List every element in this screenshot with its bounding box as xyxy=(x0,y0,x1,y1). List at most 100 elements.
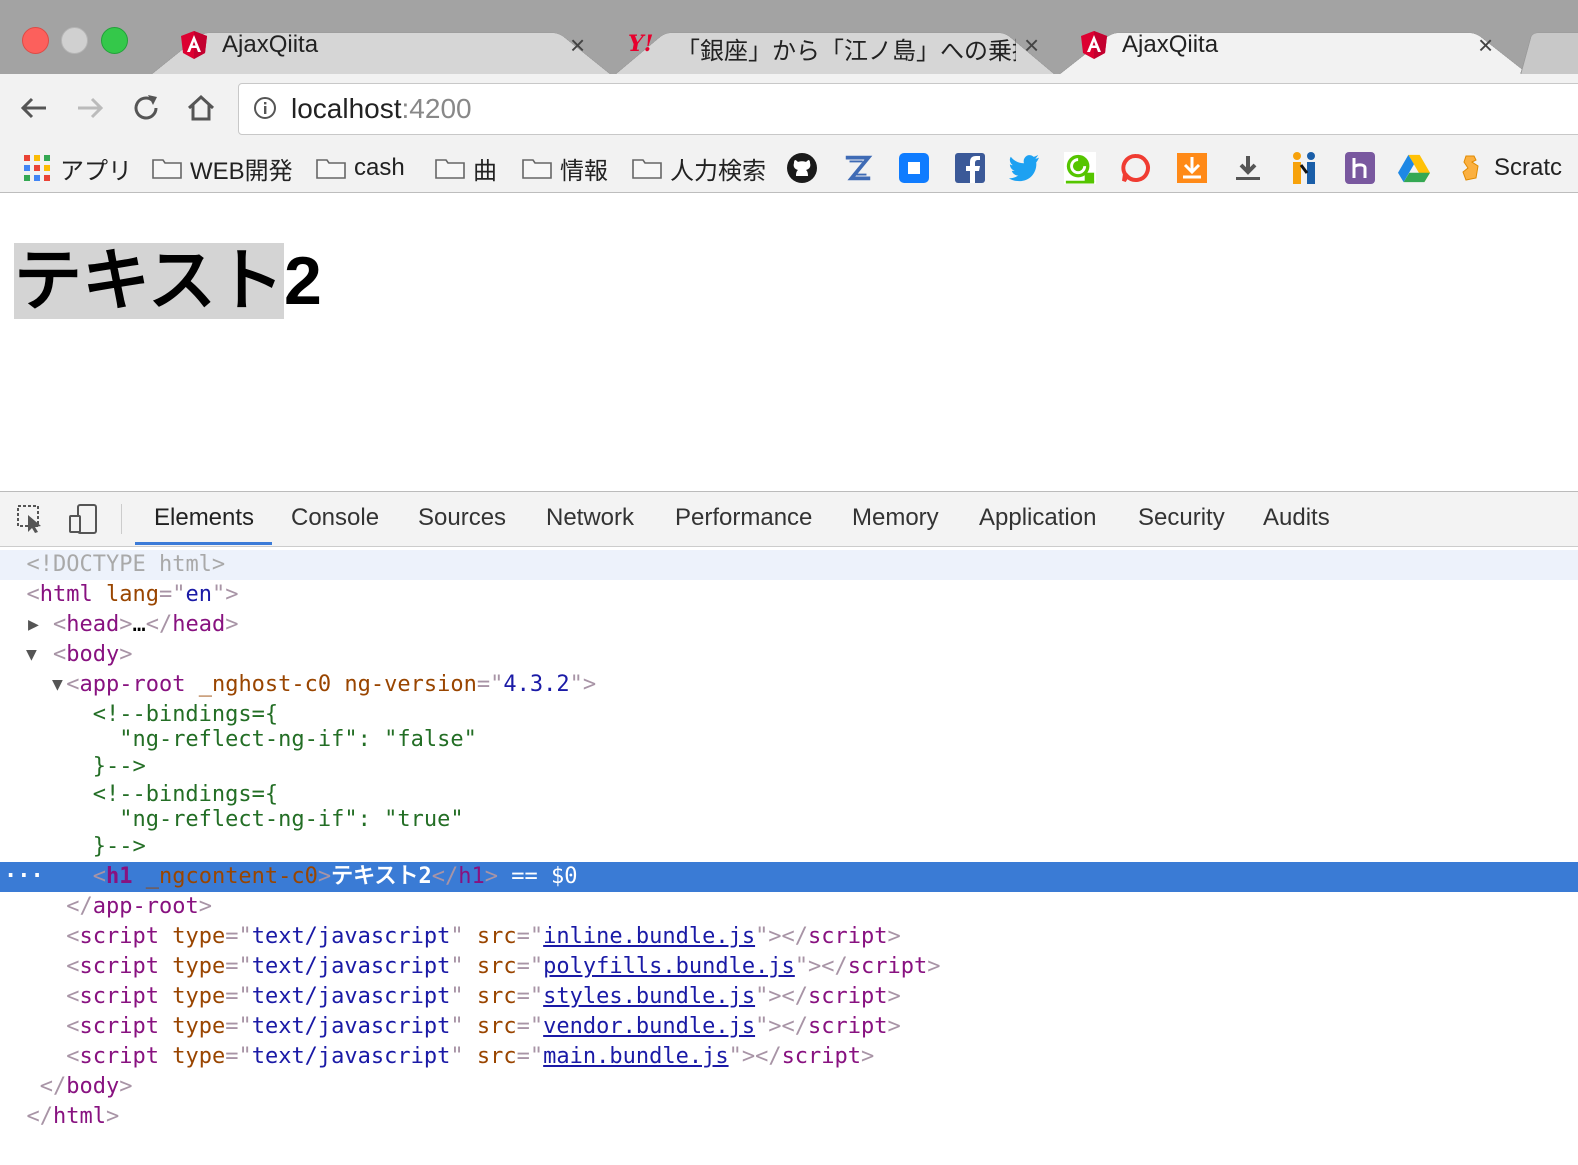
heading-highlighted-text: テキスト xyxy=(14,243,284,319)
tab-console[interactable]: Console xyxy=(291,504,379,532)
scratch-icon xyxy=(1462,155,1479,181)
collapse-triangle-icon[interactable]: ▼ xyxy=(52,670,63,700)
dom-node-html-close[interactable]: </html> xyxy=(0,1102,1578,1132)
dom-node-h1-selected[interactable]: ··· <h1 _ngcontent-c0>テキスト2</h1> == $0 xyxy=(0,862,1578,892)
arrow-left-icon xyxy=(20,97,46,119)
bookmark-label: Scratc xyxy=(1494,154,1563,181)
dom-node-script[interactable]: <script type="text/javascript" src="inli… xyxy=(0,922,1578,952)
tab-close-icon[interactable]: × xyxy=(1024,32,1039,58)
bookmarks-bar: アプリ WEB開発 cash 曲 情報 人力検索 Scratc xyxy=(0,144,1578,193)
yahoo-icon: Y! xyxy=(628,31,654,57)
window-minimize-button[interactable] xyxy=(61,27,88,54)
folder-icon xyxy=(632,159,662,179)
bookmark-folder-cash[interactable]: cash xyxy=(316,150,405,186)
devtools-panel: Elements Console Sources Network Perform… xyxy=(0,491,1578,1165)
tab-network[interactable]: Network xyxy=(546,504,634,532)
bookmark-apps[interactable]: アプリ xyxy=(24,150,132,186)
expand-triangle-icon[interactable]: ▶ xyxy=(28,610,39,640)
home-button[interactable] xyxy=(183,90,219,126)
bookmark-folder-info[interactable]: 情報 xyxy=(522,150,608,186)
bookmark-label: 人力検索 xyxy=(670,157,766,185)
people-icon[interactable] xyxy=(1288,152,1320,184)
home-icon xyxy=(187,94,215,121)
facebook-icon[interactable] xyxy=(954,152,986,184)
dom-comment-line: "ng-reflect-ng-if": "true" xyxy=(92,807,464,832)
dom-node-doctype[interactable]: <!DOCTYPE html> xyxy=(0,550,1578,580)
tab-close-icon[interactable]: × xyxy=(1478,32,1493,58)
dom-node-script[interactable]: <script type="text/javascript" src="main… xyxy=(0,1042,1578,1072)
script-src-link[interactable]: inline.bundle.js xyxy=(543,924,755,949)
heading-text: 2 xyxy=(283,243,322,319)
tab-title: AjaxQiita xyxy=(1122,31,1219,58)
tab-strip: AjaxQiita × Y! 「銀座」から「江ノ島」への乗換案 × AjaxQi… xyxy=(0,0,1578,74)
dom-comment-line: "ng-reflect-ng-if": "false" xyxy=(92,727,477,752)
device-toolbar-icon[interactable] xyxy=(68,504,98,534)
dom-node-app-root[interactable]: ▼ <app-root _nghost-c0 ng-version="4.3.2… xyxy=(0,670,1578,700)
tab-yahoo-transit[interactable]: Y! 「銀座」から「江ノ島」への乗換案 × xyxy=(614,17,1056,74)
dom-node-body-close[interactable]: </body> xyxy=(0,1072,1578,1102)
zenhub-icon[interactable] xyxy=(842,152,874,184)
reload-button[interactable] xyxy=(128,90,164,126)
tab-security[interactable]: Security xyxy=(1138,504,1225,532)
dom-node-body[interactable]: ▼ <body> xyxy=(0,640,1578,670)
stop-icon[interactable] xyxy=(898,152,930,184)
dom-node-head[interactable]: ▶ <head>…</head> xyxy=(0,610,1578,640)
tab-ajaxqiita-active[interactable]: AjaxQiita × xyxy=(1058,17,1530,74)
dom-node-script[interactable]: <script type="text/javascript" src="poly… xyxy=(0,952,1578,982)
devtools-tab-bar: Elements Console Sources Network Perform… xyxy=(0,492,1578,547)
bookmark-label: 曲 xyxy=(473,157,497,185)
script-src-link[interactable]: styles.bundle.js xyxy=(543,984,755,1009)
tab-title: 「銀座」から「江ノ島」への乗換案 xyxy=(676,38,1016,65)
tab-memory[interactable]: Memory xyxy=(852,504,939,532)
folder-icon xyxy=(522,159,552,179)
chat-icon[interactable] xyxy=(1120,152,1152,184)
window-maximize-button[interactable] xyxy=(101,27,128,54)
twitter-icon[interactable] xyxy=(1008,152,1040,184)
github-icon[interactable] xyxy=(786,152,818,184)
address-bar[interactable]: localhost:4200 xyxy=(238,83,1578,135)
bookmark-label: アプリ xyxy=(60,157,132,185)
dom-node-app-root-close[interactable]: </app-root> xyxy=(0,892,1578,922)
arrow-right-icon xyxy=(78,97,104,119)
bookmark-scratch[interactable]: Scratc xyxy=(1460,150,1562,186)
bookmark-folder-web[interactable]: WEB開発 xyxy=(152,150,293,186)
tab-audits[interactable]: Audits xyxy=(1263,504,1330,532)
bookmark-folder-search[interactable]: 人力検索 xyxy=(632,150,766,186)
new-tab-button[interactable] xyxy=(1520,17,1578,74)
forward-button[interactable] xyxy=(72,90,108,126)
dom-node-script[interactable]: <script type="text/javascript" src="styl… xyxy=(0,982,1578,1012)
collapse-triangle-icon[interactable]: ▼ xyxy=(26,640,37,670)
angular-icon xyxy=(180,30,208,60)
info-icon xyxy=(254,97,276,119)
inspect-element-icon[interactable] xyxy=(16,504,46,534)
dom-node-html[interactable]: <html lang="en"> xyxy=(0,580,1578,610)
bookmark-label: WEB開発 xyxy=(190,157,293,185)
browser-toolbar: localhost:4200 xyxy=(0,74,1578,144)
bookmark-folder-music[interactable]: 曲 xyxy=(435,150,497,186)
tab-sources[interactable]: Sources xyxy=(418,504,506,532)
url-text: localhost:4200 xyxy=(291,93,472,124)
back-button[interactable] xyxy=(16,90,52,126)
tab-elements[interactable]: Elements xyxy=(154,504,254,532)
more-actions-icon[interactable]: ··· xyxy=(4,862,44,892)
qiita-icon[interactable] xyxy=(1064,152,1096,184)
download-orange-icon[interactable] xyxy=(1176,152,1208,184)
window-close-button[interactable] xyxy=(22,27,49,54)
heroku-icon[interactable] xyxy=(1344,152,1376,184)
dom-comment-line: }--> xyxy=(92,754,146,779)
drive-icon[interactable] xyxy=(1398,152,1430,184)
tab-application[interactable]: Application xyxy=(979,504,1096,532)
script-src-link[interactable]: polyfills.bundle.js xyxy=(543,954,795,979)
bookmark-label: 情報 xyxy=(560,157,608,185)
tab-close-icon[interactable]: × xyxy=(570,32,585,58)
selected-tab-indicator xyxy=(135,542,272,545)
tab-performance[interactable]: Performance xyxy=(675,504,812,532)
download-icon[interactable] xyxy=(1232,152,1264,184)
folder-icon xyxy=(435,159,465,179)
script-src-link[interactable]: main.bundle.js xyxy=(543,1044,728,1069)
apps-grid-icon xyxy=(24,155,50,181)
dom-comment-line: }--> xyxy=(92,834,146,859)
dom-node-script[interactable]: <script type="text/javascript" src="vend… xyxy=(0,1012,1578,1042)
tab-ajaxqiita-1[interactable]: AjaxQiita × xyxy=(150,17,612,74)
script-src-link[interactable]: vendor.bundle.js xyxy=(543,1014,755,1039)
